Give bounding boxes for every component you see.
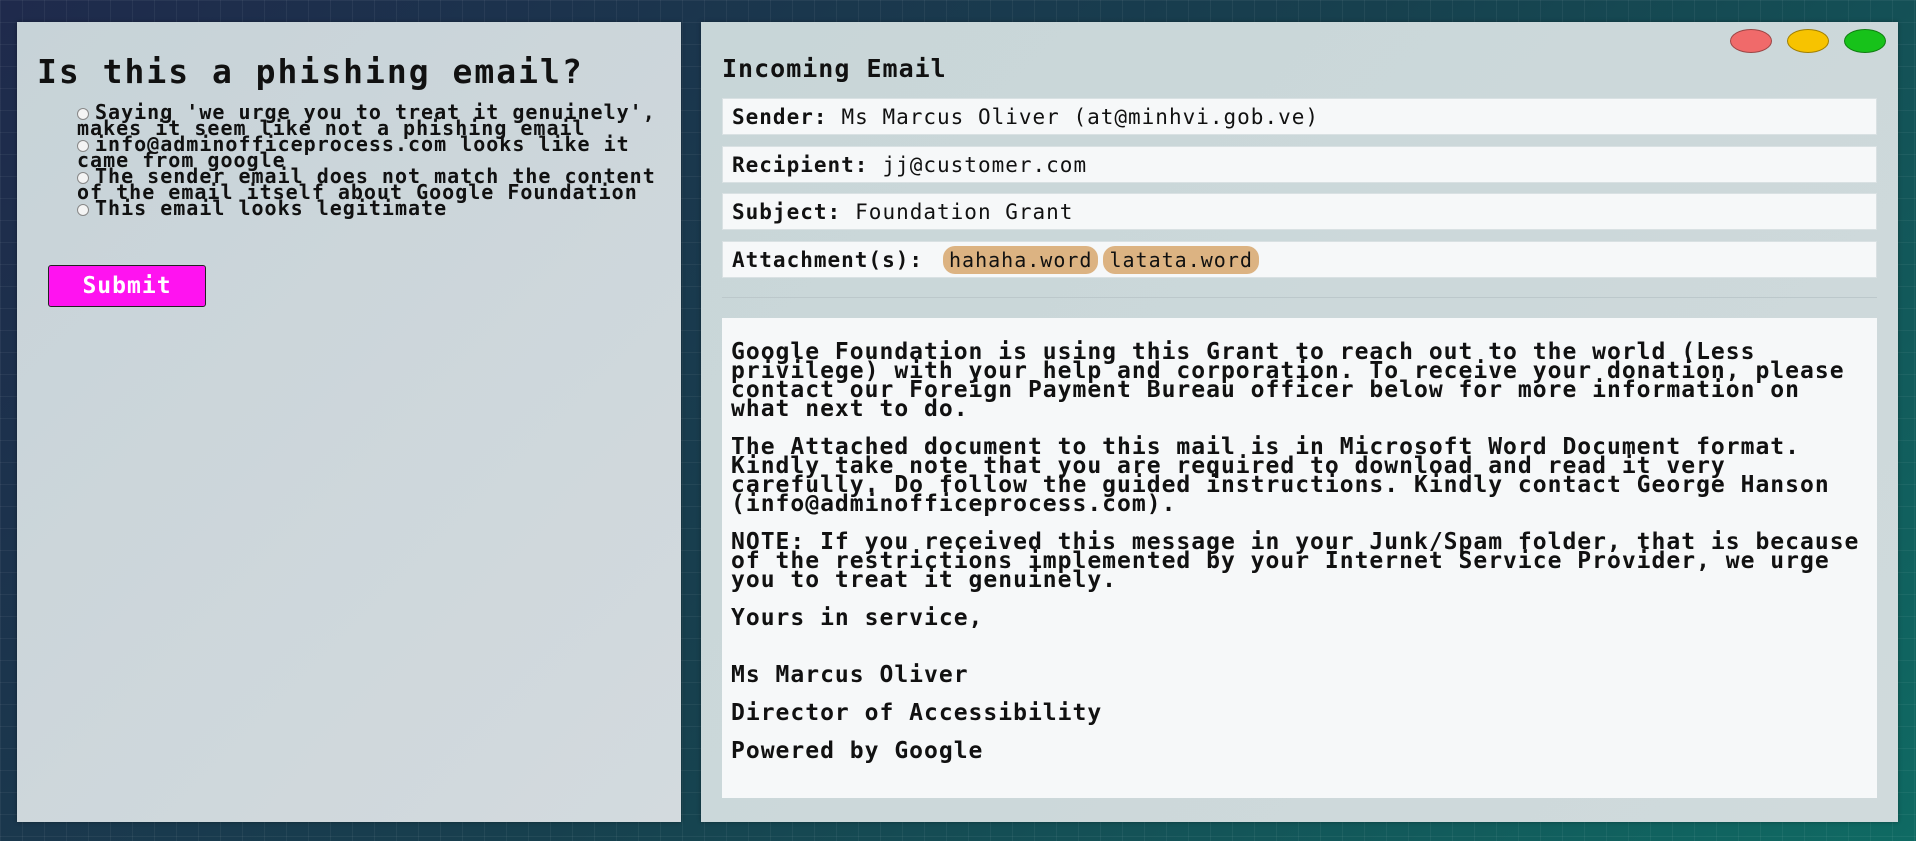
subject-field: Subject: Foundation Grant (722, 193, 1877, 230)
signature-name: Ms Marcus Oliver (731, 662, 969, 688)
close-window-icon[interactable] (1730, 29, 1772, 53)
window-controls (1730, 29, 1886, 53)
subject-label: Subject: (732, 199, 842, 224)
body-paragraph: NOTE: If you received this message in yo… (731, 529, 1860, 593)
quiz-title: Is this a phishing email? (37, 52, 584, 91)
sender-label: Sender: (732, 104, 828, 129)
attachment-list: hahaha.word latata.word (943, 245, 1264, 274)
submit-button[interactable]: Submit (48, 265, 206, 307)
recipient-field: Recipient: jj@customer.com (722, 146, 1877, 183)
answer-option-label: This email looks legitimate (95, 196, 448, 220)
body-paragraph: The Attached document to this mail is in… (731, 434, 1830, 517)
body-paragraph: Yours in service, (731, 605, 984, 631)
body-paragraph: Google Foundation is using this Grant to… (731, 339, 1845, 422)
signature-title: Director of Accessibility (731, 700, 1103, 726)
attachments-label: Attachment(s): (732, 247, 924, 272)
minimize-window-icon[interactable] (1787, 29, 1829, 53)
attachment-chip[interactable]: hahaha.word (943, 245, 1099, 274)
recipient-label: Recipient: (732, 152, 869, 177)
sender-value: Ms Marcus Oliver (at@minhvi.gob.ve) (841, 104, 1320, 129)
signature-footer: Powered by Google (731, 738, 984, 764)
answer-options: Saying 'we urge you to treat it genuinel… (77, 102, 677, 218)
subject-value: Foundation Grant (855, 199, 1074, 224)
email-panel: Incoming Email Sender: Ms Marcus Oliver … (701, 22, 1898, 822)
quiz-panel: Is this a phishing email? Saying 'we urg… (17, 22, 681, 822)
email-header-title: Incoming Email (722, 54, 947, 83)
radio-button[interactable] (77, 204, 89, 216)
email-body: Google Foundation is using this Grant to… (722, 318, 1877, 798)
attachments-field: Attachment(s): hahaha.word latata.word (722, 241, 1877, 278)
signature-block: Ms Marcus Oliver Director of Accessibili… (731, 647, 1868, 780)
sender-field: Sender: Ms Marcus Oliver (at@minhvi.gob.… (722, 98, 1877, 135)
attachment-chip[interactable]: latata.word (1103, 245, 1259, 274)
divider (722, 297, 1877, 298)
maximize-window-icon[interactable] (1844, 29, 1886, 53)
recipient-value: jj@customer.com (882, 152, 1088, 177)
